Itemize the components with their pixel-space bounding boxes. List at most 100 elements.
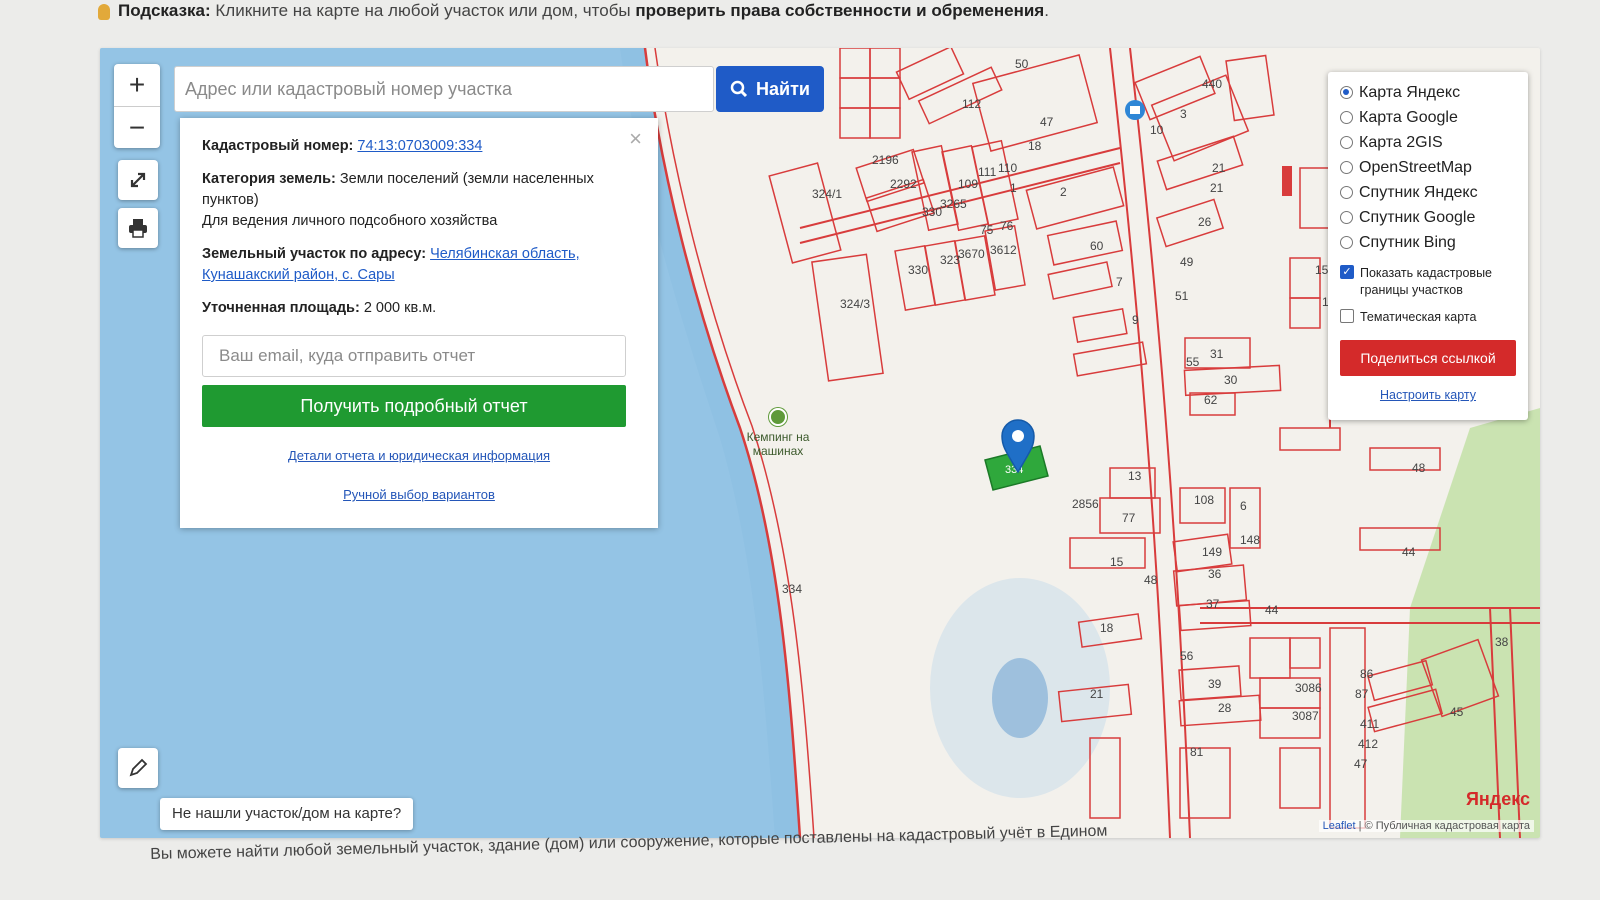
zoom-in-button[interactable]: +: [114, 64, 160, 106]
layer-option[interactable]: Карта Google: [1340, 105, 1516, 130]
parcel-number-label: 3: [1180, 107, 1187, 121]
layer-option-label: Спутник Bing: [1359, 233, 1456, 251]
camping-icon: [769, 408, 787, 426]
parcel-number-label: 111: [978, 165, 997, 179]
poi-camping[interactable]: Кемпинг на машинах: [736, 408, 820, 458]
layer-option-label: Карта Яндекс: [1359, 83, 1461, 101]
manual-select-link[interactable]: Ручной выбор вариантов: [343, 487, 495, 502]
layer-switcher: Карта Яндекс Карта Google Карта 2GIS OpenSt…: [1328, 72, 1528, 420]
radio-icon[interactable]: [1340, 236, 1353, 249]
checkbox-icon[interactable]: [1340, 309, 1354, 323]
manual-link-row: Ручной выбор вариантов: [202, 484, 636, 505]
parcel-number-label: 48: [1412, 461, 1426, 475]
radio-icon[interactable]: [1340, 211, 1353, 224]
area-value: 2 000 кв.м.: [359, 300, 437, 316]
land-category-label: Категория земель:: [202, 171, 336, 187]
radio-icon[interactable]: [1340, 111, 1353, 124]
red-marker: [1282, 166, 1292, 196]
parcel-number-label: 21: [1210, 181, 1224, 195]
parcel-number-label: 3612: [990, 243, 1017, 257]
parcel-number-label: 112: [962, 97, 981, 111]
zoom-out-button[interactable]: −: [114, 106, 160, 148]
radio-icon[interactable]: [1340, 86, 1353, 99]
zoom-control: + −: [114, 64, 160, 148]
layer-option-label: Карта Google: [1359, 108, 1458, 126]
share-link-button[interactable]: Поделиться ссылкой: [1340, 340, 1516, 376]
parcel-info-panel: × Кадастровый номер: 74:13:0703009:334 К…: [180, 118, 658, 528]
hint-bar: Подсказка: Кликните на карте на любой уч…: [98, 0, 1049, 26]
parcel-number-label: 49: [1180, 255, 1194, 269]
search-input[interactable]: [174, 66, 714, 112]
parcel-number-label: 44: [1265, 603, 1279, 617]
parcel-number-label: 2: [1060, 185, 1067, 199]
radio-icon[interactable]: [1340, 186, 1353, 199]
show-borders-option[interactable]: ✓ Показать кадастровые границы участков: [1340, 265, 1516, 299]
parcel-number-label: 86: [1360, 667, 1374, 681]
layer-option[interactable]: Спутник Bing: [1340, 230, 1516, 255]
parcel-number-label: 1: [1010, 181, 1017, 195]
printer-icon: [129, 219, 147, 238]
fullscreen-button[interactable]: [118, 160, 158, 200]
yandex-logo: Яндекс: [1465, 789, 1530, 809]
parcel-number-label: 50: [1015, 57, 1029, 71]
lightbulb-icon: [98, 3, 110, 20]
parcel-number-label: 9: [1132, 313, 1139, 327]
parcel-number-label: 47: [1354, 757, 1368, 771]
hint-label: Подсказка:: [118, 1, 211, 20]
thematic-option[interactable]: Тематическая карта: [1340, 309, 1516, 326]
print-button[interactable]: [118, 208, 158, 248]
parcel-number-label: 75: [980, 223, 994, 237]
parcel-number-label: 330: [908, 263, 928, 277]
close-icon[interactable]: ×: [629, 128, 642, 150]
layer-option[interactable]: Карта 2GIS: [1340, 130, 1516, 155]
layer-option[interactable]: Спутник Google: [1340, 205, 1516, 230]
parcel-number-label: 149: [1202, 545, 1222, 559]
parcel-number-label: 108: [1194, 493, 1214, 507]
parcel-number-label: 3087: [1292, 709, 1319, 723]
parcel-number-label: 324/3: [840, 297, 870, 311]
thematic-label: Тематическая карта: [1360, 310, 1477, 324]
details-link[interactable]: Детали отчета и юридическая информация: [288, 448, 550, 463]
parcel-number-label: 45: [1450, 705, 1464, 719]
cadastral-number-label: Кадастровый номер:: [202, 138, 354, 154]
page: Подсказка: Кликните на карте на любой уч…: [0, 0, 1600, 900]
parcel-number-label: 81: [1190, 745, 1204, 759]
ruler-button[interactable]: [118, 748, 158, 788]
parcel-number-label: 18: [1028, 139, 1042, 153]
search-icon: [730, 80, 748, 98]
details-link-row: Детали отчета и юридическая информация: [202, 445, 636, 466]
parcel-number-label: 37: [1206, 597, 1220, 611]
hint-bold: проверить права собственности и обремене…: [635, 1, 1045, 20]
parcel-number-label: 60: [1090, 239, 1104, 253]
parcel-number-label: 38: [1495, 635, 1509, 649]
parcel-number-label: 324/1: [812, 187, 842, 201]
radio-icon[interactable]: [1340, 161, 1353, 174]
parcel-number-label: 30: [1224, 373, 1238, 387]
parcel-number-label: 47: [1040, 115, 1054, 129]
land-usage: Для ведения личного подсобного хозяйства: [202, 213, 498, 229]
layer-option[interactable]: Спутник Яндекс: [1340, 180, 1516, 205]
parcel-number-label: 411: [1360, 717, 1379, 731]
find-button[interactable]: Найти: [716, 66, 824, 112]
parcel-number-label: 15: [1315, 263, 1329, 277]
address-label: Земельный участок по адресу:: [202, 246, 427, 262]
parcel-number-label: 6: [1240, 499, 1247, 513]
email-field[interactable]: [202, 335, 626, 377]
parcel-number-label: 56: [1180, 649, 1194, 663]
parcel-number-label: 28: [1218, 701, 1232, 715]
parcel-number-label: 2196: [872, 153, 899, 167]
get-report-button[interactable]: Получить подробный отчет: [202, 385, 626, 427]
map-view[interactable]: 334 47 18 2 2196 2292 330 3265 109 111 110 1 75 76 36…: [100, 48, 1540, 838]
cadastral-number-link[interactable]: 74:13:0703009:334: [357, 138, 482, 154]
layer-option[interactable]: OpenStreetMap: [1340, 155, 1516, 180]
parcel-number-label: 13: [1128, 469, 1142, 483]
configure-map-link[interactable]: Настроить карту: [1340, 388, 1516, 402]
land-category-row: Категория земель: Земли поселений (земли…: [202, 169, 636, 232]
parcel-number-label: 10: [1150, 123, 1164, 137]
radio-icon[interactable]: [1340, 136, 1353, 149]
not-found-button[interactable]: Не нашли участок/дом на карте?: [160, 798, 414, 830]
checkbox-icon[interactable]: ✓: [1340, 265, 1354, 279]
hint-text: Кликните на карте на любой участок или д…: [210, 1, 636, 20]
parcel-number-label: 31: [1210, 347, 1224, 361]
layer-option[interactable]: Карта Яндекс: [1340, 80, 1516, 105]
